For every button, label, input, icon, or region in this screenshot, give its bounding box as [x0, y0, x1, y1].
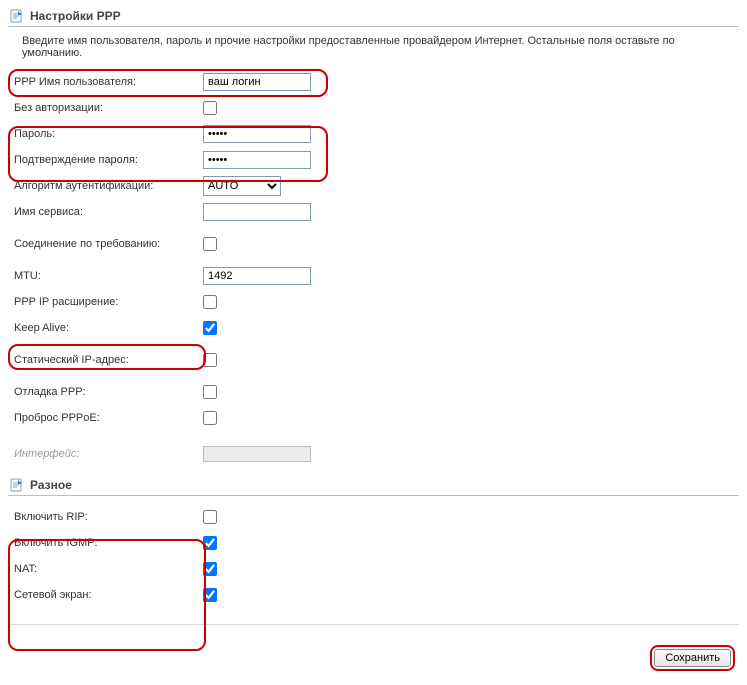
row-interface: Интерфейс:: [8, 441, 739, 467]
row-auth-algo: Алгоритм аутентификации: AUTO: [8, 173, 739, 199]
row-rip: Включить RIP:: [8, 504, 739, 530]
label-auth-algo: Алгоритм аутентификации:: [8, 180, 203, 192]
checkbox-rip[interactable]: [203, 510, 217, 524]
checkbox-static-ip[interactable]: [203, 353, 217, 367]
label-dial-on-demand: Соединение по требованию:: [8, 238, 203, 250]
row-dial-on-demand: Соединение по требованию:: [8, 231, 739, 257]
row-nat: NAT:: [8, 556, 739, 582]
checkbox-firewall[interactable]: [203, 588, 217, 602]
label-interface: Интерфейс:: [8, 448, 203, 460]
page-arrow-icon: [10, 478, 24, 492]
checkbox-dial-on-demand[interactable]: [203, 237, 217, 251]
label-firewall: Сетевой экран:: [8, 589, 203, 601]
section-misc-title: Разное: [30, 478, 72, 492]
checkbox-nat[interactable]: [203, 562, 217, 576]
label-password: Пароль:: [8, 128, 203, 140]
checkbox-no-auth[interactable]: [203, 101, 217, 115]
section-ppp-header: Настройки PPP: [8, 6, 739, 27]
row-igmp: Включить IGMP:: [8, 530, 739, 556]
section-ppp-title: Настройки PPP: [30, 9, 121, 23]
checkbox-debug-ppp[interactable]: [203, 385, 217, 399]
label-pppoe-passthrough: Проброс PPPoE:: [8, 412, 203, 424]
label-mtu: MTU:: [8, 270, 203, 282]
row-username: PPP Имя пользователя:: [8, 69, 739, 95]
checkbox-igmp[interactable]: [203, 536, 217, 550]
row-password: Пароль:: [8, 121, 739, 147]
label-password-confirm: Подтверждение пароля:: [8, 154, 203, 166]
row-pppoe-passthrough: Проброс PPPoE:: [8, 405, 739, 431]
section-misc-header: Разное: [8, 475, 739, 496]
label-ppp-ip-ext: PPP IP расширение:: [8, 296, 203, 308]
input-password[interactable]: [203, 125, 311, 143]
label-username: PPP Имя пользователя:: [8, 76, 203, 88]
row-keep-alive: Keep Alive:: [8, 315, 739, 341]
row-firewall: Сетевой экран:: [8, 582, 739, 608]
label-keep-alive: Keep Alive:: [8, 322, 203, 334]
label-rip: Включить RIP:: [8, 511, 203, 523]
row-password-confirm: Подтверждение пароля:: [8, 147, 739, 173]
row-no-auth: Без авторизации:: [8, 95, 739, 121]
ppp-hint: Введите имя пользователя, пароль и прочи…: [22, 35, 737, 59]
highlight-save-button: Сохранить: [650, 645, 735, 671]
checkbox-ppp-ip-ext[interactable]: [203, 295, 217, 309]
input-username[interactable]: [203, 73, 311, 91]
row-static-ip: Статический IP-адрес:: [8, 347, 739, 373]
label-no-auth: Без авторизации:: [8, 102, 203, 114]
row-service-name: Имя сервиса:: [8, 199, 739, 225]
checkbox-pppoe-passthrough[interactable]: [203, 411, 217, 425]
row-mtu: MTU:: [8, 263, 739, 289]
checkbox-keep-alive[interactable]: [203, 321, 217, 335]
label-debug-ppp: Отладка PPP:: [8, 386, 203, 398]
input-password-confirm[interactable]: [203, 151, 311, 169]
button-bar: Сохранить: [8, 631, 739, 675]
save-button[interactable]: Сохранить: [654, 649, 731, 667]
select-auth-algo[interactable]: AUTO: [203, 176, 281, 196]
label-service-name: Имя сервиса:: [8, 206, 203, 218]
input-service-name[interactable]: [203, 203, 311, 221]
label-nat: NAT:: [8, 563, 203, 575]
row-ppp-ip-ext: PPP IP расширение:: [8, 289, 739, 315]
input-mtu[interactable]: [203, 267, 311, 285]
label-static-ip: Статический IP-адрес:: [8, 354, 203, 366]
readonly-interface: [203, 446, 311, 462]
page-arrow-icon: [10, 9, 24, 23]
bottom-divider: [8, 624, 739, 625]
label-igmp: Включить IGMP:: [8, 537, 203, 549]
row-debug-ppp: Отладка PPP:: [8, 379, 739, 405]
